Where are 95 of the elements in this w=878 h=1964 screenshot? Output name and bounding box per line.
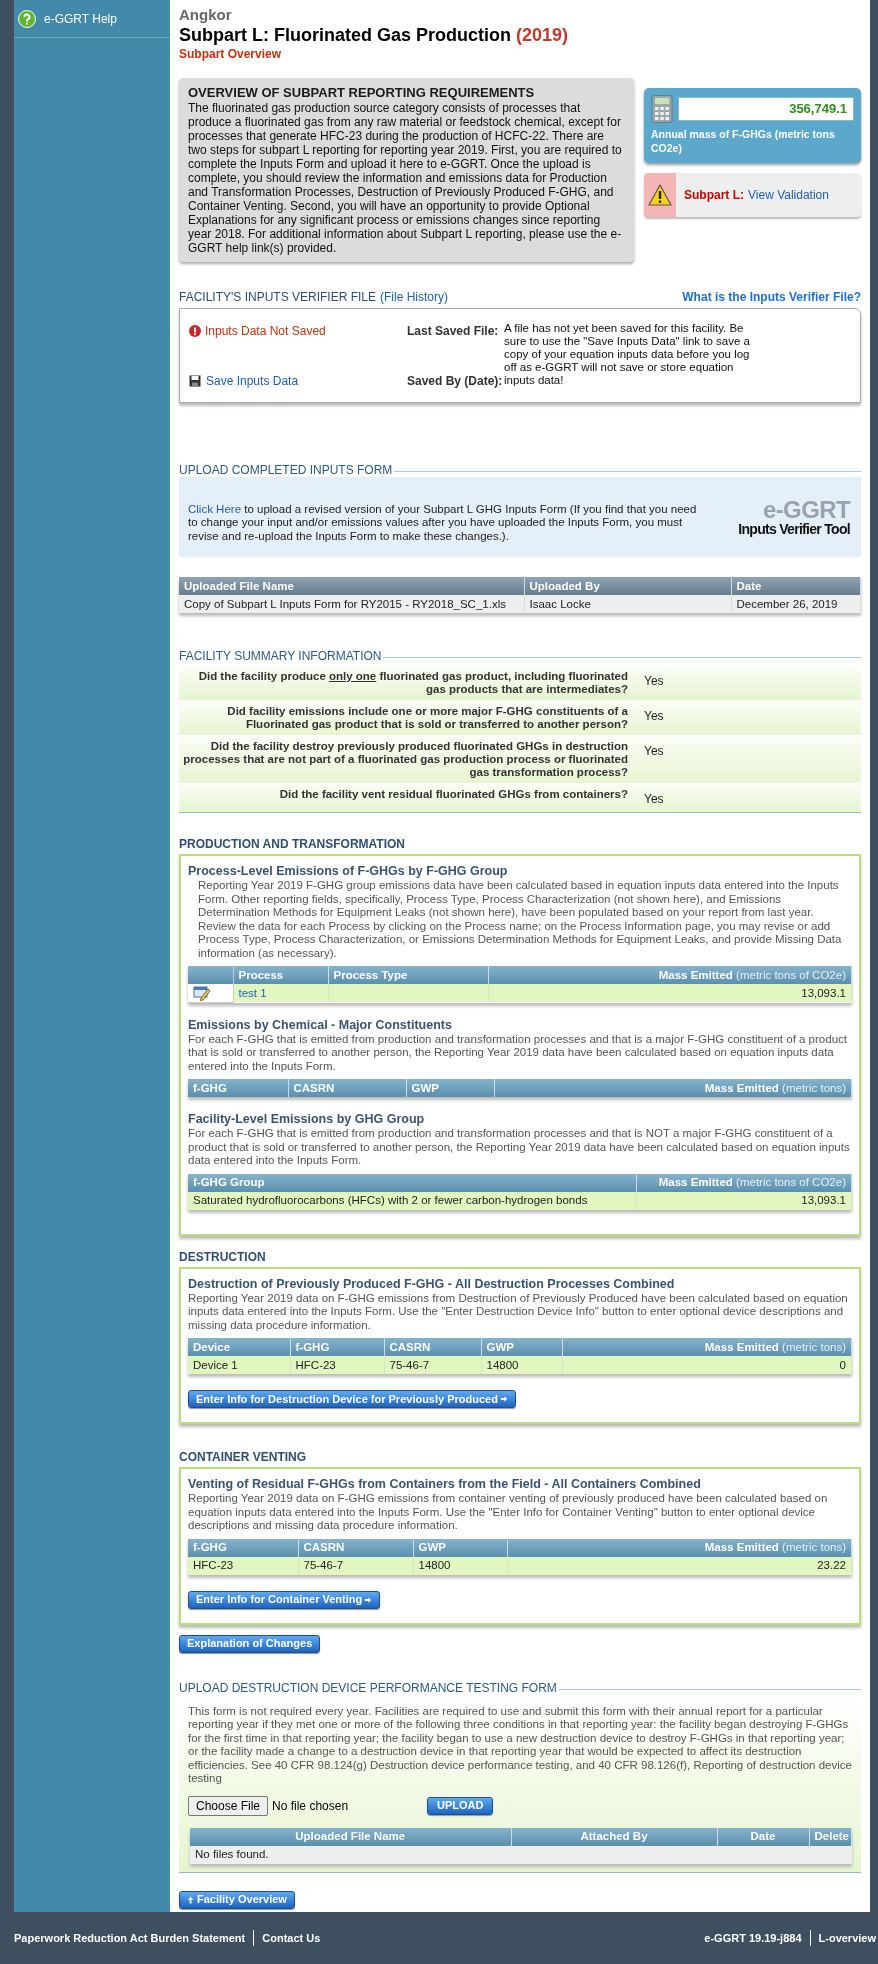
action-button[interactable]: Facility Overview: [179, 1890, 295, 1909]
subsection-title: Venting of Residual F-GHGs from Containers from the Field - All Containers Combined: [188, 1476, 702, 1492]
column-header: Mass Emitted (metric tons of CO2e): [636, 1173, 852, 1192]
section-description: For each F-GHG that is emitted from production and transformation processes and that is NOT a major F-GHG constituent of a product that is sold or transferred to another person, the Reporting Year 2019 data have been calculated based on equation inputs data entered into the Inputs Form.: [188, 1127, 851, 1168]
error-icon: [189, 325, 201, 337]
subsection-title: Process-Level Emissions of F-GHGs by F-GHG Group: [188, 863, 509, 879]
column-header: GWP: [413, 1538, 507, 1557]
column-header: Mass Emitted (metric tons): [507, 1538, 852, 1557]
section-heading: FACILITY SUMMARY INFORMATION: [179, 649, 384, 663]
table-cell: 23.22: [507, 1556, 852, 1575]
logo-text: Inputs Verifier Tool: [738, 522, 850, 536]
subsection-title: Facility-Level Emissions by GHG Group: [188, 1111, 426, 1127]
table-cell: 0: [562, 1356, 852, 1374]
section-heading: CONTAINER VENTING: [179, 1450, 308, 1464]
arrow-icon: [187, 1894, 195, 1905]
overview-text: The fluorinated gas production source category consists of processes that produce a fluorinated gas from any raw material or feedstock chemical, except for processes that generate HFC-23 during the production of HCFC-22. There are two steps for subpart L reporting for reporting year 2019. First, you are required to complete the Inputs Form and upload it here to e-GGRT. Once the upload is complete, you should review the information and emissions data for Production and Transformation Processes, Destruction of Previously Produced F-GHG, and Container Venting. Second, you will have an opportunity to provide Optional Explanations for any significant process or emissions changes since reporting year 2018. For additional information about Subpart L reporting, please use the e-GGRT help link(s) provided.: [188, 101, 623, 255]
table-cell: 75-46-7: [298, 1556, 413, 1575]
section-heading: FACILITY'S INPUTS VERIFIER FILE: [179, 290, 376, 304]
file-status: No file chosen: [272, 1797, 350, 1815]
footer-text: e-GGRT 19.19-j884: [704, 1929, 811, 1947]
table-cell: Copy of Subpart L Inputs Form for RY2015 - RY2018_SC_1.xls: [179, 595, 524, 613]
table-cell: 14800: [413, 1556, 507, 1575]
section-heading: UPLOAD DESTRUCTION DEVICE PERFORMANCE TESTING FORM: [179, 1680, 559, 1695]
table-cell: 13,093.1: [636, 1191, 852, 1210]
column-header: CASRN: [298, 1538, 413, 1557]
arrow-icon: [364, 1594, 373, 1605]
column-header: f-GHG: [188, 1079, 288, 1097]
footer-text: L-overview: [817, 1930, 876, 1946]
table-cell: 13,093.1: [488, 984, 852, 1002]
page-subtitle: Subpart Overview: [179, 46, 283, 62]
column-header: Uploaded File Name: [190, 1827, 511, 1846]
view-validation-link[interactable]: View Validation: [748, 186, 829, 204]
field-label: Saved By (Date):: [407, 373, 504, 390]
footer-link[interactable]: Contact Us: [254, 1929, 321, 1947]
column-header: f-GHG: [188, 1538, 298, 1557]
save-inputs-link[interactable]: Save Inputs Data: [206, 372, 299, 390]
subsection-title: Destruction of Previously Produced F-GHG - All Destruction Processes Combined: [188, 1275, 676, 1292]
save-status: Inputs Data Not Saved: [205, 323, 326, 340]
column-header: GWP: [406, 1079, 494, 1097]
section-description: Reporting Year 2019 F-GHG group emissions data have been calculated based in equation inputs data entered into the Inputs Form. Other reporting fields, specifically, Process Type, Process Characterization (not shown here), and Emissions Determination Methods for Equipment Leaks (not shown here), have been populated based on your report from last year. Review the data for each Process by clicking on the Process name; on the Process Information page, you may revise or add Process Type, Process Characterization, or Emissions Determination Methods for Equipment Leaks, and provide Missing Data information (as necessary).: [197, 879, 843, 960]
summary-answer: Yes: [643, 791, 664, 808]
section-description: Reporting Year 2019 data on F-GHG emissions from container venting of previously produced have been calculated based on equation inputs data entered into the Inputs Form. Use the "Enter Info for Container Venting" button to enter optional device descriptions and missing data procedure information.: [188, 1492, 829, 1533]
section-description: For each F-GHG that is emitted from production and transformation processes and that is a major F-GHG constituent of a product that is sold or transferred to another person, the Reporting Year 2019 data have been calculated based on equation inputs data entered into the Inputs Form.: [188, 1032, 848, 1073]
click-here-link[interactable]: Click Here: [188, 502, 242, 515]
summary-answer: Yes: [643, 673, 664, 690]
warning-icon: [648, 184, 672, 206]
table-cell: December 26, 2019: [731, 595, 861, 613]
choose-file-button[interactable]: Choose File: [188, 1795, 269, 1816]
table-cell: Isaac Locke: [524, 595, 731, 613]
table-cell: 14800: [481, 1356, 562, 1374]
file-history-link[interactable]: (File History): [380, 290, 448, 304]
table-cell: 75-46-7: [384, 1356, 481, 1374]
process-link[interactable]: test 1: [238, 986, 267, 999]
calculator-icon: [651, 95, 673, 123]
column-header: CASRN: [288, 1079, 406, 1097]
section-description: Reporting Year 2019 data on F-GHG emissions from Destruction of Previously Produced have been calculated based on equation inputs data entered into the Inputs Form. Use the "Enter Destruction Device Info" button to enter optional device descriptions and missing data procedure information.: [188, 1291, 849, 1332]
summary-question: Did the facility destroy previously produced fluorinated GHGs in destruction processes that are not part of a fluorinated gas production process or fluorinated gas transformation process?: [182, 740, 628, 779]
table-cell: Device 1: [188, 1356, 290, 1374]
table-cell: HFC-23: [188, 1556, 298, 1575]
table-cell: Saturated hydrofluorocarbons (HFCs) with 2 or fewer carbon-hydrogen bonds: [188, 1191, 636, 1210]
column-header: Delete: [809, 1827, 852, 1846]
page-title: Subpart L: Fluorinated Gas Production (2019): [179, 24, 570, 46]
summary-question: Did the facility produce only one fluorinated gas product, including fluorinated gas products that are intermediates?: [197, 670, 628, 696]
summary-question: Did the facility vent residual fluorinated GHGs from containers?: [278, 788, 628, 802]
last-saved-text: A file has not yet been saved for this facility. Be sure to use the "Save Inputs Data" link to save a copy of your equation inputs data before you log off as e-GGRT will not save or store equation inputs data!: [504, 322, 751, 388]
summary-answer: Yes: [643, 743, 664, 760]
help-link[interactable]: e-GGRT Help: [14, 0, 170, 38]
section-heading: PRODUCTION AND TRANSFORMATION: [179, 837, 406, 851]
section-heading: DESTRUCTION: [179, 1249, 267, 1264]
overview-heading: OVERVIEW OF SUBPART REPORTING REQUIREMENTS: [188, 85, 536, 101]
emissions-total-field: 356,749.1: [678, 97, 854, 121]
facility-name: Angkor: [179, 6, 233, 24]
column-header: f-GHG Group: [188, 1173, 636, 1192]
section-description: This form is not required every year. Facilities are required to use and submit this form with their annual report for a particular reporting year if they met one or more of the following three conditions in that reporting year: the facility began destroying F-GHGs for the first time in that reporting year; the facility began to use a new destruction device to destroy F-GHGs in that reporting year; or the facility made a change to a destruction device in that reporting year that would be expected to affect its destruction efficiencies. See 40 CFR 98.124(g) Destruction device performance testing, and 40 CFR 98.126(f), Reporting of destruction device testing: [188, 1704, 852, 1786]
help-link[interactable]: What is the Inputs Verifier File?: [682, 290, 861, 304]
table-cell: HFC-23: [290, 1356, 384, 1374]
column-header: Date: [717, 1827, 809, 1846]
arrow-icon: [499, 1394, 508, 1404]
validation-label: Subpart L:: [684, 187, 744, 204]
summary-question: Did facility emissions include one or more major F-GHG constituents of a Fluorinated gas product that is sold or transferred to another person?: [226, 705, 628, 731]
help-icon: [18, 9, 36, 28]
action-button[interactable]: UPLOAD: [427, 1796, 494, 1815]
action-button[interactable]: Enter Info for Container Venting: [188, 1590, 381, 1609]
action-button[interactable]: Explanation of Changes: [179, 1634, 321, 1653]
logo-text: e-GGRT: [762, 498, 850, 522]
emissions-total-label: Annual mass of F-GHGs (metric tons CO2e): [651, 127, 836, 155]
upload-instructions: Click Here to upload a revised version of your Subpart L GHG Inputs Form (If you find that you need to change your input and/or emissions values after you have uploaded the Inputs Form, you must revise and re-upload the Inputs Form to make these changes.).: [188, 502, 698, 544]
footer-link[interactable]: Paperwork Reduction Act Burden Statement: [14, 1929, 255, 1947]
summary-answer: Yes: [643, 708, 664, 725]
subsection-title: Emissions by Chemical - Major Constituents: [188, 1016, 453, 1033]
section-heading: UPLOAD COMPLETED INPUTS FORM: [179, 463, 395, 477]
column-header: Mass Emitted (metric tons): [494, 1079, 852, 1097]
field-label: Last Saved File:: [407, 323, 500, 340]
column-header: Attached By: [511, 1827, 717, 1846]
action-button[interactable]: Enter Info for Destruction Device for Previously Produced: [188, 1390, 516, 1408]
